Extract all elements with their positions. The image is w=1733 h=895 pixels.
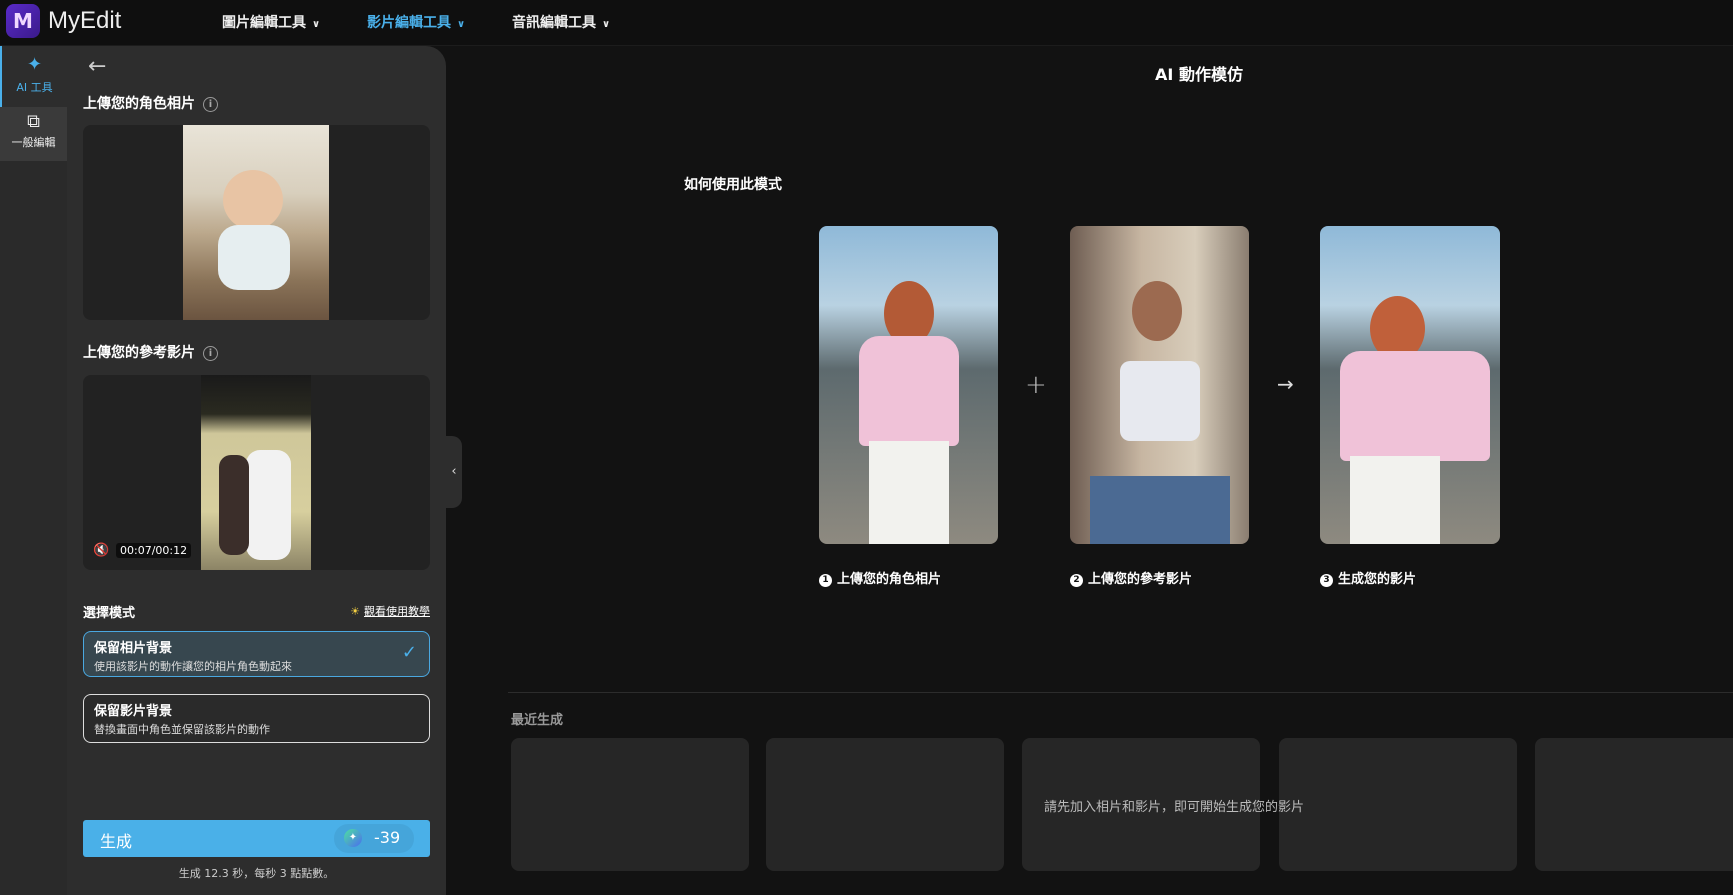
example-character-photo: [819, 226, 998, 544]
rail-label: 一般編輯: [11, 136, 56, 149]
logo-text[interactable]: MyEdit: [48, 7, 121, 35]
chevron-down-icon: ∨: [602, 19, 611, 30]
empty-message: 請先加入相片和影片，即可開始生成您的影片: [1044, 800, 1305, 815]
back-arrow-icon[interactable]: ←: [88, 54, 106, 79]
option-desc: 替換畫面中角色並保留該影片的動作: [94, 723, 270, 736]
baby-face: [223, 170, 283, 230]
chevron-left-icon: ‹: [451, 464, 457, 479]
mute-icon[interactable]: 🔇: [93, 543, 109, 558]
white-pants: [1350, 456, 1440, 544]
step-label: 上傳您的角色相片: [837, 572, 942, 587]
info-icon[interactable]: i: [203, 96, 218, 112]
mode-option-keep-photo-bg[interactable]: 保留相片背景 使用該影片的動作讓您的相片角色動起來 ✓: [83, 631, 430, 677]
nav-audio-tools[interactable]: 音訊編輯工具 ∨: [512, 12, 610, 32]
step-label: 上傳您的參考影片: [1088, 572, 1193, 587]
lightbulb-icon: ☀: [350, 605, 360, 618]
option-desc: 使用該影片的動作讓您的相片角色動起來: [94, 660, 292, 673]
howto-heading: 如何使用此模式: [684, 177, 782, 193]
generate-label: 生成: [100, 832, 133, 851]
mode-heading: 選擇模式: [83, 606, 136, 621]
step-1: 1 上傳您的角色相片: [819, 568, 941, 587]
layers-icon: ⧉: [27, 111, 40, 132]
baby-body: [218, 225, 290, 290]
step-number: 1: [819, 574, 832, 587]
divider: [508, 692, 1733, 693]
mode-option-keep-video-bg[interactable]: 保留影片背景 替換畫面中角色並保留該影片的動作: [83, 694, 430, 743]
credit-cost: -39: [374, 828, 401, 847]
white-top: [1120, 361, 1200, 441]
arrow-right-icon: →: [1277, 372, 1294, 396]
step-label: 生成您的影片: [1338, 572, 1417, 587]
magic-wand-icon: ✦: [26, 54, 43, 75]
photo-heading: 上傳您的角色相片 i: [83, 93, 218, 113]
example-generated-video: [1320, 226, 1500, 544]
recent-slot: [1279, 738, 1517, 871]
logo-icon[interactable]: M: [6, 4, 40, 38]
rail-item-ai-tools[interactable]: ✦ AI 工具: [0, 46, 67, 107]
generate-button[interactable]: 生成 ✦ -39: [83, 820, 430, 857]
collapse-panel-handle[interactable]: ‹: [446, 436, 462, 508]
check-icon: ✓: [401, 642, 417, 663]
credit-icon: ✦: [344, 829, 362, 847]
recent-heading: 最近生成: [511, 713, 564, 728]
video-time: 00:07/00:12: [116, 543, 192, 558]
step-number: 3: [1320, 574, 1333, 587]
example-reference-video: [1070, 226, 1249, 544]
option-title: 保留影片背景: [94, 704, 173, 719]
recent-slot: [1535, 738, 1733, 871]
step-2: 2 上傳您的參考影片: [1070, 568, 1192, 587]
rail-item-general-edit[interactable]: ⧉ 一般編輯: [0, 107, 67, 161]
info-icon[interactable]: i: [203, 345, 218, 361]
nav-label: 影片編輯工具: [367, 15, 451, 31]
generate-footnote: 生成 12.3 秒，每秒 3 點點數。: [178, 867, 335, 880]
character-photo: [183, 125, 329, 320]
photo-heading-text: 上傳您的角色相片: [83, 96, 195, 112]
page-title: AI 動作模仿: [1155, 65, 1243, 84]
jeans: [1090, 476, 1230, 544]
credit-cost-badge: ✦ -39: [334, 824, 414, 853]
top-bar: M MyEdit 圖片編輯工具 ∨ 影片編輯工具 ∨ 音訊編輯工具 ∨: [0, 0, 1733, 46]
nav-label: 音訊編輯工具: [512, 15, 596, 31]
video-heading-text: 上傳您的參考影片: [83, 345, 195, 361]
step-3: 3 生成您的影片: [1320, 568, 1416, 587]
nav-image-tools[interactable]: 圖片編輯工具 ∨: [222, 12, 320, 32]
recent-slot: [766, 738, 1004, 871]
video-upload-box[interactable]: 🔇 00:07/00:12: [83, 375, 430, 570]
white-pants: [869, 441, 949, 544]
step-number: 2: [1070, 574, 1083, 587]
rail-label: AI 工具: [16, 81, 53, 94]
chevron-down-icon: ∨: [312, 19, 321, 30]
pink-shirt: [859, 336, 959, 446]
recent-slot: [511, 738, 749, 871]
option-title: 保留相片背景: [94, 641, 173, 656]
tutorial-link-text: 觀看使用教學: [364, 605, 430, 618]
nav-label: 圖片編輯工具: [222, 15, 306, 31]
tutorial-link[interactable]: ☀ 觀看使用教學: [350, 603, 430, 619]
nav-video-tools[interactable]: 影片編輯工具 ∨: [367, 12, 465, 32]
pink-shirt: [1340, 351, 1490, 461]
photo-upload-box[interactable]: [83, 125, 430, 320]
side-rail: [0, 46, 67, 895]
chevron-down-icon: ∨: [457, 19, 466, 30]
reference-video: [201, 375, 311, 570]
face: [1132, 281, 1182, 341]
plus-icon: +: [1025, 370, 1047, 400]
dancer-figure: [246, 450, 291, 560]
dancer-figure: [219, 455, 249, 555]
video-heading: 上傳您的參考影片 i: [83, 342, 218, 362]
